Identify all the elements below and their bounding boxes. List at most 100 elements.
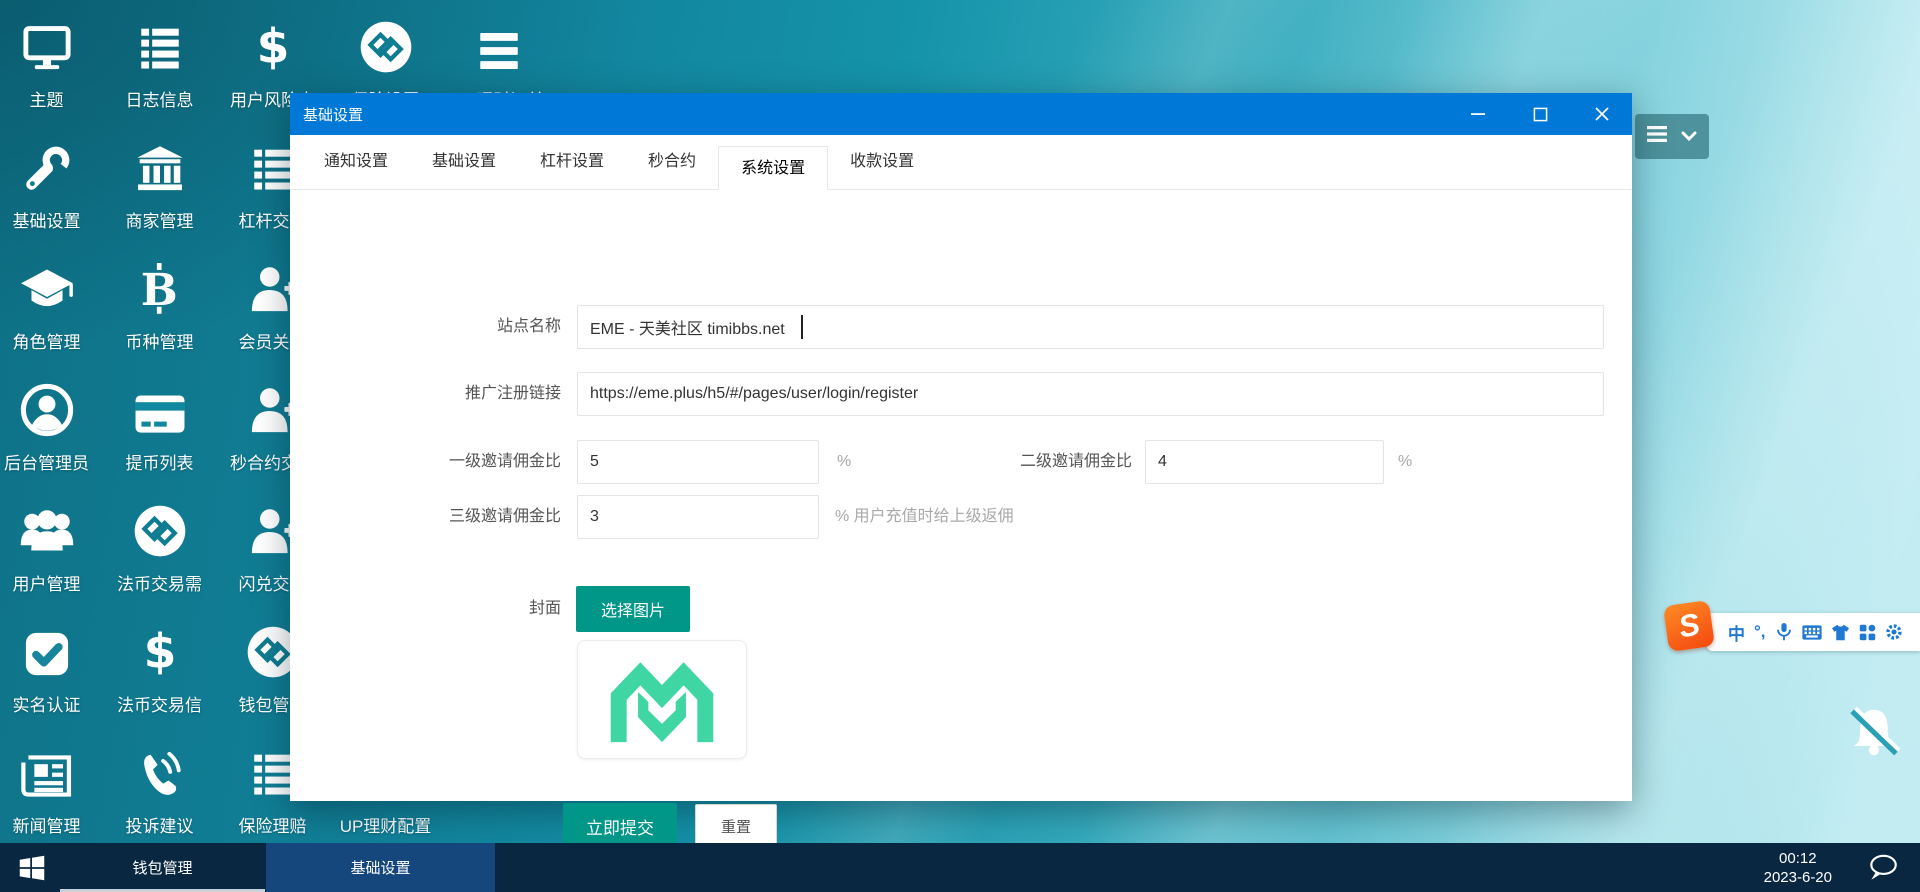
desktop-item-label: 基础设置 — [13, 207, 81, 232]
toolbox-grid-icon[interactable] — [1859, 624, 1876, 641]
chinese-mode-icon[interactable]: 中 — [1728, 620, 1745, 645]
chat-bubble-icon[interactable] — [1866, 852, 1900, 887]
desktop-item-logs[interactable]: 日志信息 — [103, 22, 216, 143]
monitor-icon — [21, 22, 73, 74]
desktop-item-basic-settings[interactable]: 基础设置 — [0, 143, 103, 264]
close-icon[interactable] — [1590, 102, 1614, 126]
level1-commission-label: 一级邀请佣金比 — [290, 440, 561, 484]
desktop-item-label: 用户管理 — [13, 570, 81, 595]
hamburger-icon[interactable] — [1647, 126, 1667, 147]
phone-waves-icon — [135, 748, 185, 800]
clock-date: 2023-6-20 — [1764, 868, 1832, 887]
svg-text:$: $ — [256, 19, 289, 74]
level2-commission-input[interactable] — [1145, 440, 1384, 484]
desktop-item-label: 商家管理 — [126, 207, 194, 232]
log-list-icon — [135, 22, 185, 74]
level1-commission-input[interactable] — [577, 440, 819, 484]
skin-icon[interactable] — [1831, 624, 1850, 641]
newspaper-icon — [20, 748, 74, 800]
desktop-item-label: 后台管理员 — [4, 449, 89, 474]
minimize-icon[interactable] — [1466, 102, 1490, 126]
desktop-item-fiat-trade-demand[interactable]: 法币交易需 — [103, 506, 216, 627]
desktop-item-coin-mgmt[interactable]: B 币种管理 — [103, 264, 216, 385]
maximize-icon[interactable] — [1528, 102, 1552, 126]
desktop-item-label: 投诉建议 — [126, 812, 194, 837]
sogou-logo[interactable]: S — [1663, 600, 1715, 652]
commission-row-2: 三级邀请佣金比 % 用户充值时给上级返佣 — [290, 495, 1612, 539]
desktop-item-theme[interactable]: 主题 — [0, 22, 103, 143]
desktop-item-label: 币种管理 — [126, 328, 194, 353]
ime-toolbar[interactable]: 中 °, — [1706, 613, 1920, 651]
level2-commission-label: 二级邀请佣金比 — [862, 440, 1132, 484]
cover-row: 封面 选择图片 — [290, 586, 1612, 632]
taskbar-item-label: 钱包管理 — [132, 857, 192, 878]
tab-payment-settings[interactable]: 收款设置 — [828, 135, 936, 189]
desktop-item-label: 法币交易信 — [117, 691, 202, 716]
desktop-item-role-mgmt[interactable]: 角色管理 — [0, 264, 103, 385]
diamond-circle-icon — [133, 506, 187, 558]
commission-row-1: 一级邀请佣金比 % 二级邀请佣金比 % — [290, 440, 1612, 484]
choose-image-button[interactable]: 选择图片 — [576, 586, 690, 632]
punctuation-icon[interactable]: °, — [1754, 622, 1766, 642]
svg-text:$: $ — [143, 624, 176, 679]
desktop-item-label: 法币交易需 — [117, 570, 202, 595]
bell-muted-icon[interactable] — [1847, 704, 1901, 771]
start-button[interactable] — [18, 854, 46, 882]
desktop-item-backend-admin[interactable]: 后台管理员 — [0, 385, 103, 506]
tab-basic-settings[interactable]: 基础设置 — [410, 135, 518, 189]
bank-icon — [134, 143, 186, 195]
taskbar: 钱包管理 基础设置 00:12 2023-6-20 — [0, 843, 1920, 892]
taskbar-item-basic-settings[interactable]: 基础设置 — [266, 843, 495, 892]
settings-gear-icon[interactable] — [1885, 623, 1903, 641]
desktop-item-label: 新闻管理 — [13, 812, 81, 837]
dialog-titlebar[interactable]: 基础设置 — [290, 93, 1632, 135]
cover-image-preview[interactable] — [577, 640, 747, 759]
site-logo-image — [594, 651, 730, 749]
tab-notify-settings[interactable]: 通知设置 — [302, 135, 410, 189]
desktop-item-user-mgmt[interactable]: 用户管理 — [0, 506, 103, 627]
desktop-item-withdraw-list[interactable]: 提币列表 — [103, 385, 216, 506]
desktop-item-merchant-mgmt[interactable]: 商家管理 — [103, 143, 216, 264]
register-link-label: 推广注册链接 — [290, 372, 561, 416]
level2-percent-suffix: % — [1398, 440, 1412, 484]
level3-commission-input[interactable] — [577, 495, 819, 539]
keyboard-icon[interactable] — [1802, 625, 1822, 640]
desktop-item-kyc[interactable]: 实名认证 — [0, 627, 103, 748]
bitcoin-icon: B — [135, 264, 185, 316]
register-link-row: 推广注册链接 — [290, 372, 1612, 416]
chevron-down-icon[interactable] — [1681, 128, 1697, 146]
tab-system-settings[interactable]: 系统设置 — [718, 146, 828, 190]
text-cursor — [801, 315, 803, 339]
desktop-item-label: 主题 — [30, 86, 64, 111]
dollar-icon: $ — [134, 627, 186, 679]
users-group-icon — [19, 506, 75, 558]
desktop-item-label: 角色管理 — [13, 328, 81, 353]
menu-bars-icon — [474, 22, 524, 74]
tab-leverage-settings[interactable]: 杠杆设置 — [518, 135, 626, 189]
settings-form: 站点名称 推广注册链接 一级邀请佣金比 % 二级邀请佣金比 % 三级邀请佣金比 … — [290, 190, 1632, 800]
site-name-input[interactable] — [577, 305, 1604, 349]
desktop-item-label: 提币列表 — [126, 449, 194, 474]
cover-label: 封面 — [290, 586, 561, 632]
desktop-background: 主题 日志信息 $ 用户风险查 保险设置 UP理财订单 基础设置 商家管理 — [0, 0, 1920, 892]
window-controls — [1466, 93, 1632, 135]
desktop-item-fiat-trade-info[interactable]: $ 法币交易信 — [103, 627, 216, 748]
desktop-item-label: UP理财配置 — [340, 812, 432, 837]
site-name-label: 站点名称 — [290, 305, 561, 349]
register-link-input[interactable] — [577, 372, 1604, 416]
taskbar-item-label: 基础设置 — [350, 857, 410, 878]
taskbar-clock[interactable]: 00:12 2023-6-20 — [1764, 849, 1832, 887]
dialog-title: 基础设置 — [290, 104, 363, 125]
settings-dialog: 基础设置 通知设置 基础设置 杠杆设置 秒合约 系统设置 收款设置 站点名称 推… — [290, 93, 1632, 801]
clock-time: 00:12 — [1764, 849, 1832, 868]
check-square-icon — [22, 627, 72, 679]
settings-tabs: 通知设置 基础设置 杠杆设置 秒合约 系统设置 收款设置 — [290, 135, 1632, 190]
site-name-row: 站点名称 — [290, 305, 1612, 349]
tab-second-contract[interactable]: 秒合约 — [626, 135, 718, 189]
quick-menu-widget[interactable] — [1635, 114, 1709, 159]
taskbar-item-wallet-mgmt[interactable]: 钱包管理 — [60, 843, 265, 892]
desktop-item-label: 日志信息 — [126, 86, 194, 111]
microphone-icon[interactable] — [1775, 622, 1793, 642]
user-circle-icon — [20, 385, 74, 437]
desktop-item-label: 保险理赔 — [239, 812, 307, 837]
